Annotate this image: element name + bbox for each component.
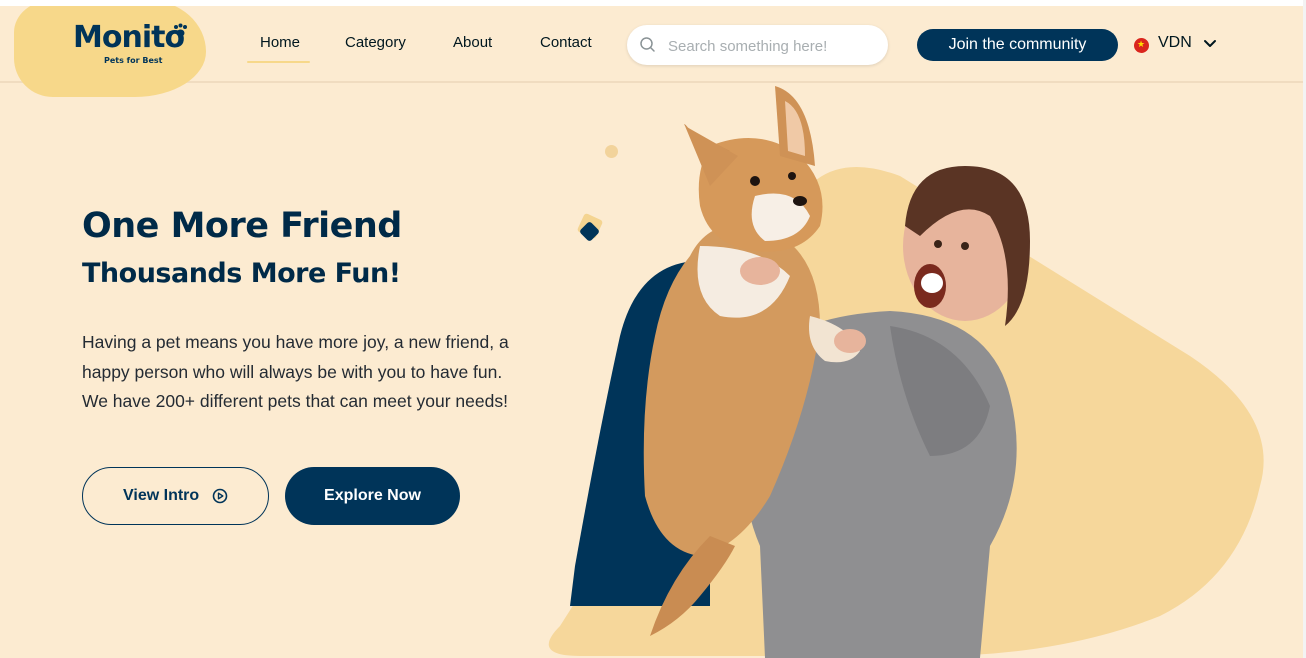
search-icon [640, 37, 655, 52]
paw-icon [174, 23, 187, 37]
landing-page: One More Friend Thousands More Fun! Havi… [0, 6, 1306, 658]
hero-description: Having a pet means you have more joy, a … [82, 332, 509, 411]
nav-home-link[interactable]: Home [260, 34, 300, 51]
woman-holding-corgi-photo [643, 86, 1030, 658]
explore-now-button[interactable]: Explore Now [285, 467, 460, 525]
view-intro-label: View Intro [123, 487, 200, 504]
chevron-down-icon[interactable] [1203, 39, 1217, 49]
nav-contact-link[interactable]: Contact [540, 34, 592, 51]
logo-tagline: Pets for Best [104, 56, 163, 65]
hero-title: One More Friend [82, 206, 402, 246]
play-circle-icon [212, 488, 228, 504]
view-intro-button[interactable]: View Intro [82, 467, 269, 525]
vietnam-flag-icon[interactable]: ★ [1134, 38, 1149, 53]
search-box[interactable] [627, 25, 888, 65]
nav-about-link[interactable]: About [453, 34, 492, 51]
join-community-button[interactable]: Join the community [917, 29, 1118, 61]
search-input[interactable] [666, 33, 880, 59]
hero-subtitle: Thousands More Fun! [82, 258, 401, 289]
nav-active-underline [247, 61, 310, 63]
nav-category-link[interactable]: Category [345, 34, 406, 51]
currency-selector[interactable]: VDN [1158, 34, 1192, 52]
logo[interactable]: Monito [73, 20, 185, 55]
header: Monito Pets for Best Home Category About… [0, 6, 1306, 97]
